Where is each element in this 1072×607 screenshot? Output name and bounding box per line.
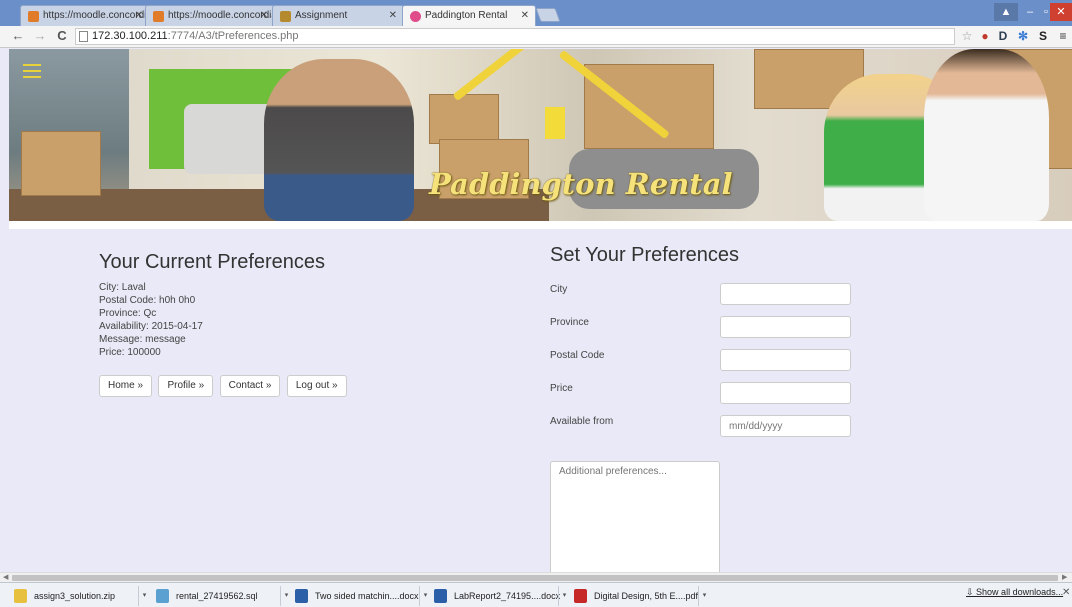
- download-item[interactable]: Digital Design, 5th E....pdf ▾: [570, 586, 710, 606]
- reload-icon[interactable]: C: [54, 28, 70, 44]
- pdf-file-icon: [574, 589, 587, 603]
- pref-postal-code: Postal Code: h0h 0h0: [99, 295, 196, 306]
- profile-button[interactable]: Profile »: [158, 375, 214, 397]
- pref-message: Message: message: [99, 334, 186, 345]
- moodle-favicon-icon: [153, 11, 164, 22]
- browser-toolbar: ← → C 172.30.100.211:7774/A3/tPreference…: [0, 26, 1072, 48]
- tab-moodle-1[interactable]: https://moodle.concordia ✕: [20, 5, 150, 26]
- city-label: City: [550, 284, 568, 295]
- back-arrow-icon[interactable]: ←: [10, 28, 26, 44]
- extension-translate-icon[interactable]: ✻: [1016, 29, 1030, 44]
- tab-moodle-2[interactable]: https://moodle.concordia ✕: [145, 5, 275, 26]
- hamburger-menu-icon[interactable]: [23, 64, 41, 78]
- download-menu-arrow-icon[interactable]: ▾: [558, 586, 570, 606]
- download-filename: Two sided matchin....docx: [315, 591, 419, 601]
- moodle-favicon-icon: [28, 11, 39, 22]
- close-download-shelf-icon[interactable]: ✕: [1062, 587, 1070, 598]
- download-item[interactable]: rental_27419562.sql ▾: [152, 586, 292, 606]
- price-label: Price: [550, 383, 573, 394]
- additional-preferences-textarea[interactable]: [550, 461, 720, 572]
- page-icon: [79, 31, 88, 42]
- main-content: Your Current Preferences City: Laval Pos…: [9, 229, 1072, 572]
- tab-close-icon[interactable]: ✕: [521, 10, 529, 21]
- menu-icon[interactable]: ≡: [1056, 29, 1070, 44]
- download-item[interactable]: assign3_solution.zip ▾: [10, 586, 150, 606]
- download-shelf: assign3_solution.zip ▾ rental_27419562.s…: [0, 582, 1072, 607]
- tab-title: Assignment: [295, 10, 348, 21]
- browser-tab-strip: https://moodle.concordia ✕ https://moodl…: [0, 0, 1072, 26]
- download-filename: rental_27419562.sql: [176, 591, 258, 601]
- download-item[interactable]: LabReport2_74195....docx ▾: [430, 586, 570, 606]
- pref-province: Province: Qc: [99, 308, 157, 319]
- logout-button[interactable]: Log out »: [286, 375, 347, 397]
- extension-d-icon[interactable]: D: [996, 29, 1010, 44]
- current-preferences-list: City: Laval Postal Code: h0h 0h0 Provinc…: [99, 281, 203, 359]
- site-logo-text: Paddington Rental: [429, 167, 733, 201]
- new-tab-button[interactable]: [535, 8, 561, 22]
- url-path: :7774/A3/tPreferences.php: [167, 30, 299, 42]
- word-file-icon: [434, 589, 447, 603]
- banner-divider: [9, 221, 1072, 229]
- tab-close-icon[interactable]: ✕: [260, 10, 268, 21]
- province-label: Province: [550, 317, 589, 328]
- download-menu-arrow-icon[interactable]: ▾: [698, 586, 710, 606]
- show-all-label: Show all downloads...: [976, 587, 1064, 597]
- download-item[interactable]: Two sided matchin....docx ▾: [291, 586, 431, 606]
- banner-box: [584, 64, 714, 149]
- extension-s-icon[interactable]: S: [1036, 29, 1050, 44]
- tab-title: Paddington Rental: [425, 10, 508, 21]
- address-bar[interactable]: 172.30.100.211:7774/A3/tPreferences.php: [75, 28, 955, 45]
- show-all-downloads-link[interactable]: ⇩ Show all downloads...: [966, 587, 1063, 598]
- url-host: 172.30.100.211: [92, 30, 168, 42]
- forward-arrow-icon[interactable]: →: [32, 28, 48, 44]
- star-icon[interactable]: ☆: [960, 29, 974, 44]
- download-filename: LabReport2_74195....docx: [454, 591, 561, 601]
- tab-close-icon[interactable]: ✕: [135, 10, 143, 21]
- postal-code-label: Postal Code: [550, 350, 605, 361]
- banner-couple-left: [264, 59, 414, 221]
- scrollbar-thumb[interactable]: [12, 575, 1058, 581]
- contact-button[interactable]: Contact »: [219, 375, 281, 397]
- horizontal-scrollbar[interactable]: ◀ ▶: [0, 572, 1072, 582]
- city-input[interactable]: [720, 283, 851, 305]
- tab-close-icon[interactable]: ✕: [389, 10, 397, 21]
- download-arrow-icon: ⇩: [966, 587, 977, 597]
- download-menu-arrow-icon[interactable]: ▾: [138, 586, 150, 606]
- tab-assignment[interactable]: Assignment ✕: [272, 5, 404, 26]
- download-filename: Digital Design, 5th E....pdf: [594, 591, 699, 601]
- pref-availability: Availability: 2015-04-17: [99, 321, 203, 332]
- available-from-label: Available from: [550, 416, 614, 427]
- home-button[interactable]: Home »: [99, 375, 153, 397]
- assignment-favicon-icon: [280, 11, 291, 22]
- available-from-date-input[interactable]: [720, 415, 851, 437]
- zip-file-icon: [14, 589, 27, 603]
- tab-paddington-rental[interactable]: Paddington Rental ✕: [402, 5, 536, 26]
- banner-box: [21, 131, 101, 196]
- nav-button-row: Home » Profile » Contact » Log out »: [99, 375, 349, 397]
- postal-code-input[interactable]: [720, 349, 851, 371]
- close-window-icon[interactable]: ✕: [1050, 3, 1072, 21]
- paddington-favicon-icon: [410, 11, 421, 22]
- pref-price: Price: 100000: [99, 347, 161, 358]
- banner-box: [429, 94, 499, 144]
- header-banner: Paddington Rental: [9, 49, 1072, 221]
- price-input[interactable]: [720, 382, 851, 404]
- user-profile-icon[interactable]: ▲: [994, 3, 1018, 21]
- province-input[interactable]: [720, 316, 851, 338]
- logo-window-icon: [545, 107, 565, 139]
- word-file-icon: [295, 589, 308, 603]
- pref-city: City: Laval: [99, 282, 146, 293]
- sql-file-icon: [156, 589, 169, 603]
- ublock-icon[interactable]: ●: [978, 29, 992, 44]
- download-filename: assign3_solution.zip: [34, 591, 116, 601]
- banner-man-right: [924, 49, 1049, 221]
- set-preferences-title: Set Your Preferences: [550, 244, 740, 266]
- current-preferences-title: Your Current Preferences: [99, 251, 326, 273]
